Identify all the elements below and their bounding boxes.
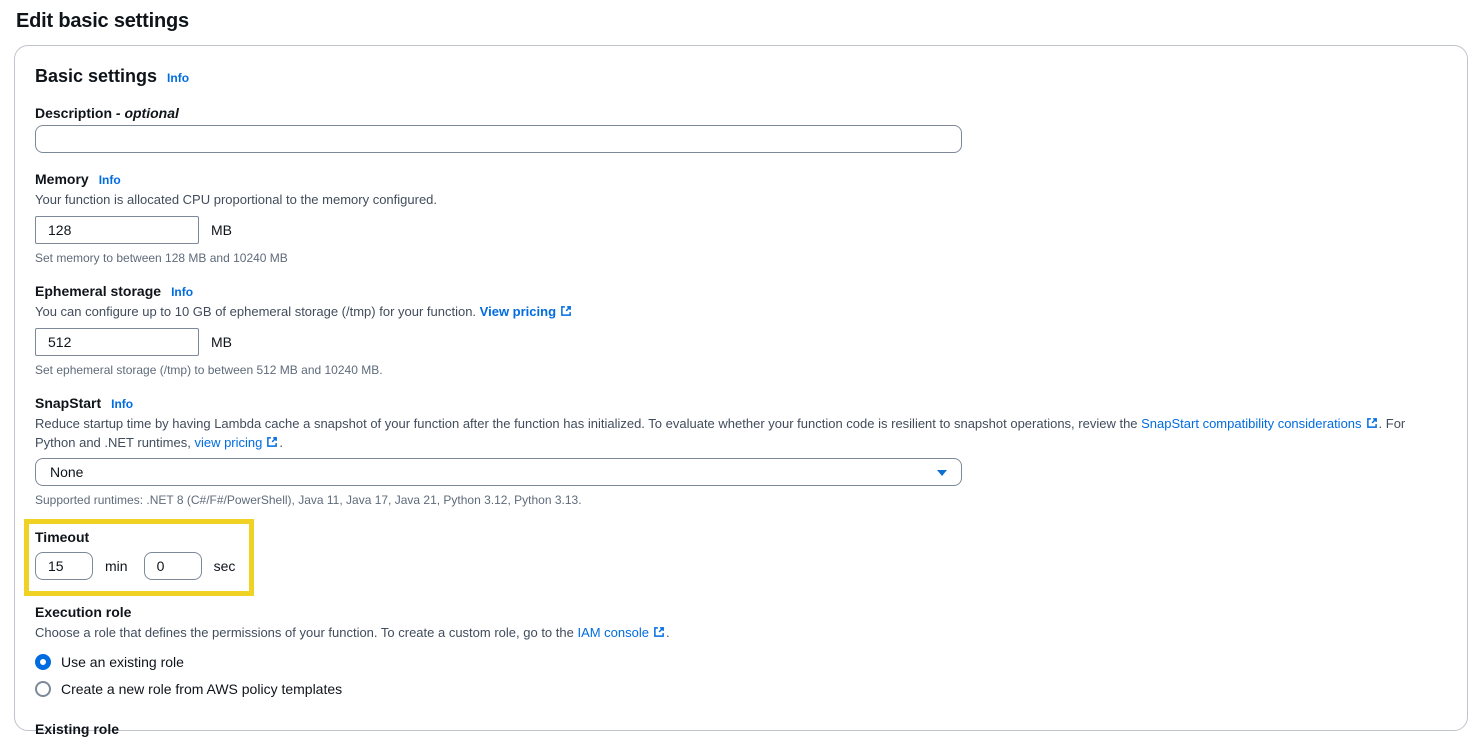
memory-constraint: Set memory to between 128 MB and 10240 M… xyxy=(35,251,1447,265)
timeout-seconds-input[interactable] xyxy=(144,552,202,580)
existing-role-label: Existing role xyxy=(35,721,119,737)
memory-unit-label: MB xyxy=(211,222,232,238)
view-pricing-link[interactable]: View pricing xyxy=(480,304,556,319)
snapstart-field-group: SnapStart Info Reduce startup time by ha… xyxy=(35,395,1447,508)
snapstart-view-pricing-link[interactable]: view pricing xyxy=(194,435,262,450)
execution-role-field-group: Execution role Choose a role that define… xyxy=(35,604,1447,697)
ephemeral-storage-info-link[interactable]: Info xyxy=(171,285,193,299)
caret-down-icon xyxy=(937,470,947,476)
external-link-icon xyxy=(653,626,665,638)
timeout-seconds-unit: sec xyxy=(214,558,236,574)
ephemeral-storage-field-group: Ephemeral storage Info You can configure… xyxy=(35,283,1447,377)
description-field-group: Description - optional xyxy=(35,105,1447,153)
external-link-icon xyxy=(1366,417,1378,429)
memory-label: Memory xyxy=(35,171,89,187)
timeout-minutes-unit: min xyxy=(105,558,128,574)
description-optional-label: - optional xyxy=(116,105,179,121)
snapstart-constraint: Supported runtimes: .NET 8 (C#/F#/PowerS… xyxy=(35,493,1447,507)
external-link-icon xyxy=(560,305,572,317)
radio-selected-icon[interactable] xyxy=(35,654,51,670)
memory-field-group: Memory Info Your function is allocated C… xyxy=(35,171,1447,265)
edit-basic-settings-page: Edit basic settings Basic settings Info … xyxy=(0,0,1482,731)
snapstart-compatibility-link[interactable]: SnapStart compatibility considerations xyxy=(1141,416,1361,431)
ephemeral-storage-label: Ephemeral storage xyxy=(35,283,161,299)
card-title: Basic settings xyxy=(35,66,157,87)
existing-role-field-group: Existing role Choose an existing role th… xyxy=(35,721,1447,740)
radio-create-new-role[interactable]: Create a new role from AWS policy templa… xyxy=(35,681,1447,697)
snapstart-description: Reduce startup time by having Lambda cac… xyxy=(35,415,1447,453)
timeout-label: Timeout xyxy=(35,529,235,545)
snapstart-select[interactable]: None xyxy=(35,458,962,486)
timeout-highlight-box: Timeout min sec xyxy=(24,519,254,596)
execution-role-description: Choose a role that defines the permissio… xyxy=(35,624,1447,643)
card-header: Basic settings Info xyxy=(35,66,1447,87)
radio-unselected-icon[interactable] xyxy=(35,681,51,697)
memory-info-link[interactable]: Info xyxy=(99,173,121,187)
snapstart-label: SnapStart xyxy=(35,395,101,411)
snapstart-selected-value: None xyxy=(50,464,83,480)
execution-role-label: Execution role xyxy=(35,604,131,620)
ephemeral-storage-input[interactable] xyxy=(35,328,199,356)
memory-description: Your function is allocated CPU proportio… xyxy=(35,191,1447,210)
ephemeral-storage-unit-label: MB xyxy=(211,334,232,350)
memory-input[interactable] xyxy=(35,216,199,244)
description-label: Description - optional xyxy=(35,105,179,121)
page-title: Edit basic settings xyxy=(14,8,1468,45)
ephemeral-storage-constraint: Set ephemeral storage (/tmp) to between … xyxy=(35,363,1447,377)
ephemeral-storage-description: You can configure up to 10 GB of ephemer… xyxy=(35,303,1447,322)
radio-use-existing-role[interactable]: Use an existing role xyxy=(35,654,1447,670)
description-input[interactable] xyxy=(35,125,962,153)
basic-settings-card: Basic settings Info Description - option… xyxy=(14,45,1468,731)
basic-settings-info-link[interactable]: Info xyxy=(167,71,189,85)
external-link-icon xyxy=(266,436,278,448)
timeout-minutes-input[interactable] xyxy=(35,552,93,580)
iam-console-link[interactable]: IAM console xyxy=(577,625,649,640)
snapstart-info-link[interactable]: Info xyxy=(111,397,133,411)
